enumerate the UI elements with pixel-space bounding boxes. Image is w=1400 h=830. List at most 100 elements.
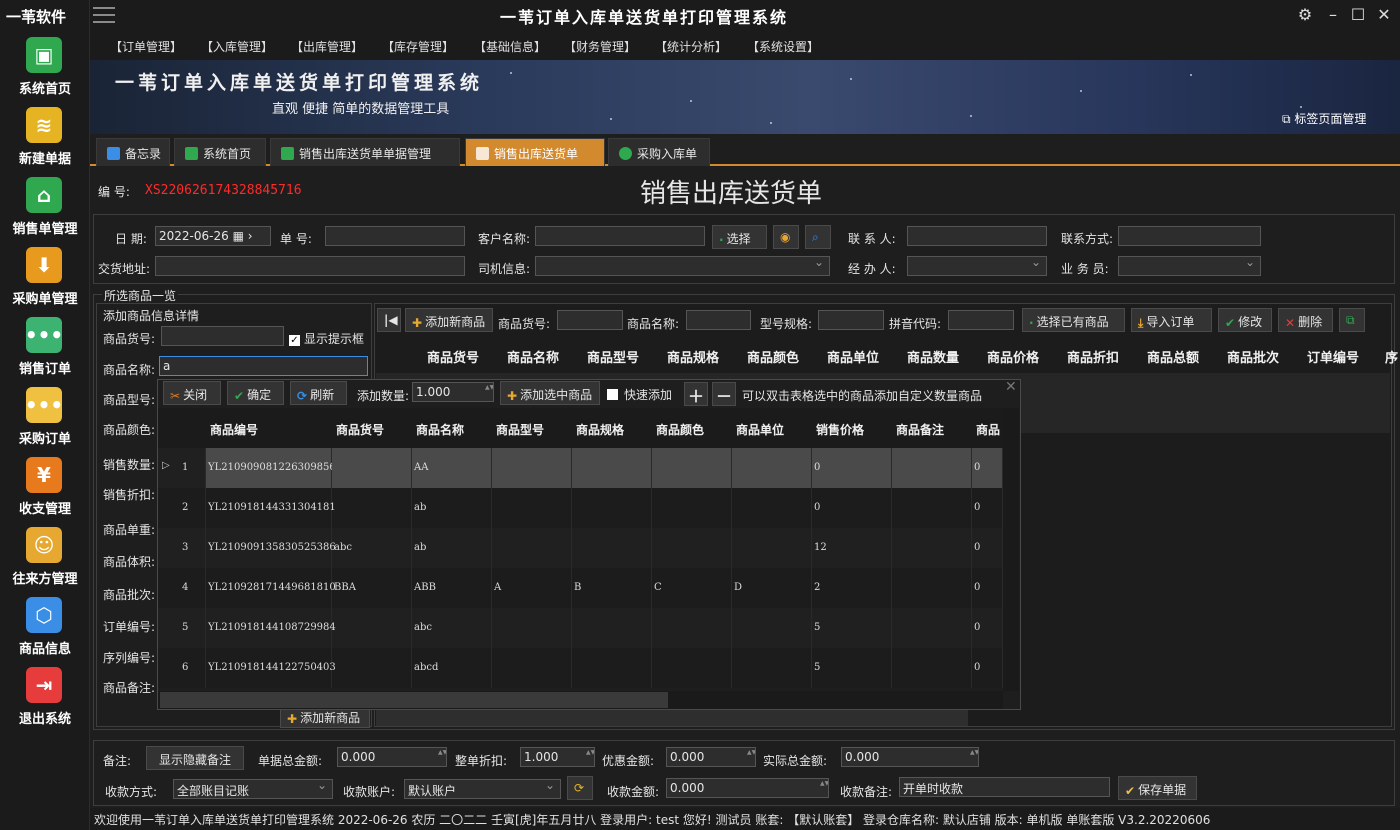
select-customer-button[interactable]: · 选择 xyxy=(712,225,767,249)
sidebar-item[interactable]: ≋ 新建单据 xyxy=(0,103,90,173)
hamburger-menu-icon[interactable] xyxy=(93,7,115,23)
edit-button[interactable]: ✔ 修改 xyxy=(1218,308,1272,332)
tab-memo[interactable]: 备忘录 xyxy=(96,138,170,166)
handler-select[interactable] xyxy=(907,256,1047,276)
tab-purchase-in[interactable]: 采购入库单 xyxy=(608,138,710,166)
grid-header[interactable]: 商品折扣 xyxy=(1067,347,1119,366)
popup-grid-header-cell[interactable]: 商品编号 xyxy=(210,421,258,438)
search-icon[interactable]: ⌕ xyxy=(805,225,831,249)
tab-sales-delivery[interactable]: 销售出库送货单 xyxy=(465,138,605,166)
qty-input[interactable]: 1.000 xyxy=(412,382,494,402)
table-row[interactable]: 4 YL210928171449681810 BBA ABB A B C D 2 0 xyxy=(158,568,1003,608)
contact-input[interactable] xyxy=(907,226,1047,246)
tab-home[interactable]: 系统首页 xyxy=(174,138,266,166)
table-row[interactable]: 6 YL210918144122750403 abcd 5 0 xyxy=(158,648,1003,688)
sidebar-item[interactable]: ⬇ 采购单管理 xyxy=(0,243,90,313)
first-page-icon[interactable]: |◀ xyxy=(377,308,401,332)
menu-item[interactable]: 【系统设置】 xyxy=(747,38,819,55)
table-row[interactable]: 3 YL210909135830525386 abc ab 12 0 xyxy=(158,528,1003,568)
import-order-button[interactable]: ⤓ 导入订单 xyxy=(1131,308,1212,332)
sidebar-item[interactable]: ⌂ 销售单管理 xyxy=(0,173,90,243)
grid-hscrollbar[interactable] xyxy=(376,708,968,726)
refresh-icon[interactable]: ⟳ xyxy=(567,776,593,800)
copy-icon[interactable]: ⧉ xyxy=(1339,308,1365,332)
grid-header[interactable]: 订单编号 xyxy=(1307,347,1359,366)
pay-remark-input[interactable]: 开单时收款 xyxy=(899,777,1110,797)
sidebar-item[interactable]: ¥ 收支管理 xyxy=(0,453,90,523)
popup-grid-header-cell[interactable]: 商品名称 xyxy=(416,421,464,438)
sidebar-item[interactable]: ☺ 往来方管理 xyxy=(0,523,90,593)
customer-input[interactable] xyxy=(535,226,705,246)
popup-grid-header-cell[interactable]: 商品规格 xyxy=(576,421,624,438)
menu-item[interactable]: 【出库管理】 xyxy=(291,38,363,55)
location-icon[interactable]: ◉ xyxy=(773,225,799,249)
popup-grid-header-cell[interactable]: 商品 xyxy=(976,421,1000,438)
phone-input[interactable] xyxy=(1118,226,1261,246)
grid-header[interactable]: 商品颜色 xyxy=(747,347,799,366)
code-input[interactable] xyxy=(161,326,284,346)
menu-item[interactable]: 【财务管理】 xyxy=(564,38,636,55)
save-button[interactable]: ✔ 保存单据 xyxy=(1118,776,1197,800)
total-input[interactable]: 0.000 xyxy=(337,747,447,767)
popup-refresh-button[interactable]: ⟳ 刷新 xyxy=(290,381,347,405)
grid-header[interactable]: 商品价格 xyxy=(987,347,1039,366)
add-selected-button[interactable]: ✚ 添加选中商品 xyxy=(500,381,600,405)
popup-ok-button[interactable]: ✔ 确定 xyxy=(227,381,284,405)
tab-sales-docs[interactable]: 销售出库送货单单据管理 xyxy=(270,138,460,166)
promo-input[interactable]: 0.000 xyxy=(666,747,756,767)
quick-add-checkbox[interactable]: 快速添加 xyxy=(607,386,672,403)
decrease-button[interactable]: － xyxy=(712,382,736,406)
sidebar-item[interactable]: ••• 采购订单 xyxy=(0,383,90,453)
sidebar-item[interactable]: ••• 销售订单 xyxy=(0,313,90,383)
close-icon[interactable]: ✕ xyxy=(1373,4,1395,26)
sidebar-item[interactable]: ▣ 系统首页 xyxy=(0,33,90,103)
toggle-remark-button[interactable]: 显示隐藏备注 xyxy=(146,746,244,770)
increase-button[interactable]: ＋ xyxy=(684,382,708,406)
filter-code-input[interactable] xyxy=(557,310,623,330)
menu-item[interactable]: 【库存管理】 xyxy=(382,38,454,55)
grid-header[interactable]: 商品货号 xyxy=(427,347,479,366)
maximize-icon[interactable]: ☐ xyxy=(1347,4,1369,26)
grid-header[interactable]: 商品总额 xyxy=(1147,347,1199,366)
minimize-icon[interactable]: – xyxy=(1322,4,1344,26)
order-no-input[interactable] xyxy=(325,226,465,246)
grid-header[interactable]: 序 xyxy=(1385,347,1398,366)
popup-vscrollbar[interactable] xyxy=(1003,408,1019,691)
menu-item[interactable]: 【入库管理】 xyxy=(201,38,273,55)
filter-spec-input[interactable] xyxy=(818,310,884,330)
popup-close-button[interactable]: ✂ 关闭 xyxy=(163,381,221,405)
date-picker[interactable]: 2022-06-26 ▦ › xyxy=(155,226,271,246)
add-new-goods-button[interactable]: ✚ 添加新商品 xyxy=(405,308,493,332)
amount-input[interactable]: 0.000 xyxy=(666,778,829,798)
popup-grid-header-cell[interactable]: 商品单位 xyxy=(736,421,784,438)
grid-header[interactable]: 商品规格 xyxy=(667,347,719,366)
filter-pinyin-input[interactable] xyxy=(948,310,1014,330)
pay-method-select[interactable]: 全部账目记账 xyxy=(173,779,333,799)
grid-header[interactable]: 商品数量 xyxy=(907,347,959,366)
grid-header[interactable]: 商品批次 xyxy=(1227,347,1279,366)
grid-header[interactable]: 商品型号 xyxy=(587,347,639,366)
popup-grid-header-cell[interactable]: 销售价格 xyxy=(816,421,864,438)
actual-input[interactable]: 0.000 xyxy=(841,747,979,767)
popup-hscrollbar-thumb[interactable] xyxy=(160,692,668,708)
address-input[interactable] xyxy=(155,256,465,276)
menu-item[interactable]: 【基础信息】 xyxy=(474,38,546,55)
account-select[interactable]: 默认账户 xyxy=(404,779,561,799)
tab-manager-link[interactable]: ⧉ 标签页面管理 xyxy=(1282,110,1366,127)
name-input[interactable]: a xyxy=(159,356,368,376)
table-row[interactable]: 5 YL210918144108729984 abc 5 0 xyxy=(158,608,1003,648)
table-row[interactable]: 2 YL210918144331304181 ab 0 0 xyxy=(158,488,1003,528)
menu-item[interactable]: 【统计分析】 xyxy=(655,38,727,55)
popup-grid-header-cell[interactable]: 商品备注 xyxy=(896,421,944,438)
sidebar-item[interactable]: ⬡ 商品信息 xyxy=(0,593,90,663)
grid-header[interactable]: 商品单位 xyxy=(827,347,879,366)
discount-input[interactable]: 1.000 xyxy=(520,747,595,767)
gear-icon[interactable]: ⚙ xyxy=(1294,4,1316,26)
popup-grid-header-cell[interactable]: 商品型号 xyxy=(496,421,544,438)
grid-header[interactable]: 商品名称 xyxy=(507,347,559,366)
sidebar-item[interactable]: ⇥ 退出系统 xyxy=(0,663,90,733)
driver-select[interactable] xyxy=(535,256,830,276)
salesman-select[interactable] xyxy=(1118,256,1261,276)
hint-checkbox[interactable]: ✓ 显示提示框 xyxy=(289,330,364,347)
popup-grid-header-cell[interactable]: 商品货号 xyxy=(336,421,384,438)
